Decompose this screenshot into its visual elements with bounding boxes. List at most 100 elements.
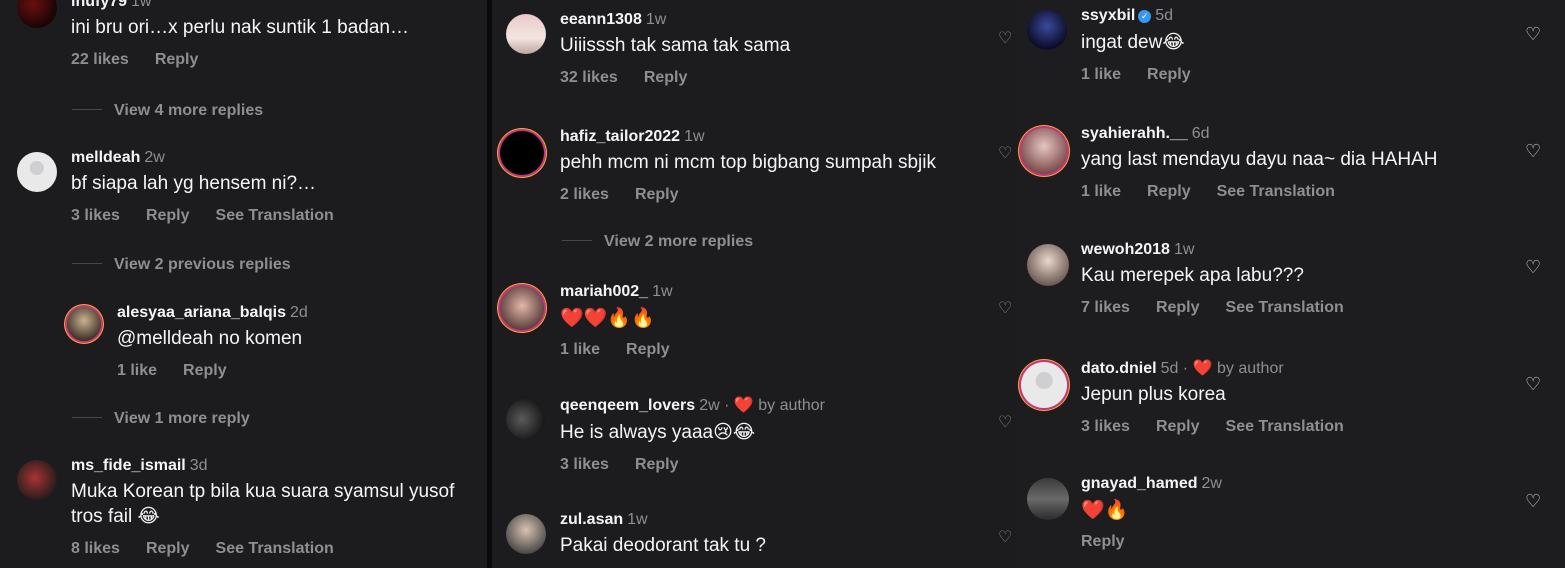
avatar[interactable] [67,307,101,341]
reply-button[interactable]: Reply [1156,299,1200,316]
by-author-label: by author [758,397,825,414]
likes-count[interactable]: 22 likes [71,51,129,68]
comments-panel-left: lhufy79 1w ini bru ori…x perlu nak suntik… [0,0,487,568]
reply-button[interactable]: Reply [146,540,190,557]
comment-text: Muka Korean tp bila kua suara syamsul yu… [71,481,455,527]
heart-partial-icon[interactable]: ♡ [998,527,1012,547]
timestamp: 1w [627,511,648,528]
likes-count[interactable]: 1 like [560,341,600,358]
view-previous-replies[interactable]: View 2 previous replies [72,256,291,274]
comment-text: @melldeah no komen [117,328,303,349]
view-more-replies[interactable]: View 1 more reply [72,410,250,428]
comment-text: Kau merepek apa labu??? [1081,265,1304,286]
verified-badge-icon: ✓ [1138,10,1152,23]
username[interactable]: ms_fide_ismail [71,457,186,474]
reply-button[interactable]: Reply [146,207,190,224]
comment-text: He is always yaaa😢😂 [560,421,756,443]
username[interactable]: hafiz_tailor2022 [560,128,680,145]
author-heart-icon: ❤️ [733,395,754,414]
avatar[interactable] [1027,244,1069,286]
username[interactable]: zul.asan [560,511,623,528]
timestamp: 1w [1173,241,1195,258]
username[interactable]: wewoh2018 [1081,241,1170,258]
reply-button[interactable]: Reply [1156,418,1200,435]
reply-button[interactable]: Reply [183,362,227,379]
see-translation-button[interactable]: See Translation [216,540,334,557]
timestamp: 3d [189,457,208,474]
avatar[interactable] [17,152,57,192]
avatar[interactable] [1021,362,1067,408]
avatar[interactable] [500,286,544,330]
username[interactable]: qeenqeem_lovers [560,397,695,414]
username[interactable]: syahierahh.__ [1081,125,1188,142]
avatar[interactable] [17,460,57,500]
see-translation-button[interactable]: See Translation [1226,299,1344,316]
username[interactable]: lhufy79 [71,0,127,10]
laugh-emoji: 😂 [137,505,160,527]
reply-button[interactable]: Reply [644,69,688,86]
username[interactable]: alesyaa_ariana_balqis [117,304,286,321]
comment-text: ❤️🔥 [1081,499,1129,521]
reply-button[interactable]: Reply [626,341,670,358]
comment-text: ingat dew😂 [1081,31,1185,53]
likes-count[interactable]: 3 likes [71,207,120,224]
likes-count[interactable]: 1 like [117,362,157,379]
heart-partial-icon[interactable]: ♡ [998,298,1012,318]
likes-count[interactable]: 8 likes [71,540,120,557]
avatar[interactable] [1027,10,1067,50]
see-translation-button[interactable]: See Translation [216,207,334,224]
heart-outline-icon[interactable]: ♡ [1525,142,1543,160]
divider [562,240,592,241]
laugh-emoji: 😂 [1162,31,1185,53]
avatar[interactable] [17,0,57,28]
comments-panel-right: ssyxbil ✓ 5d ingat dew😂 1 like Reply ♡ syah… [1015,0,1565,568]
likes-count[interactable]: 1 like [1081,66,1121,83]
username[interactable]: gnayad_hamed [1081,475,1197,492]
reply-button[interactable]: Reply [635,186,679,203]
username[interactable]: mariah002_ [560,283,648,300]
comment-text: yang last mendayu dayu naa~ dia HAHAH [1081,149,1438,170]
reply-button[interactable]: Reply [155,51,199,68]
heart-outline-icon[interactable]: ♡ [1525,375,1543,393]
see-translation-button[interactable]: See Translation [1226,418,1344,435]
heart-outline-icon[interactable]: ♡ [1525,492,1543,510]
timestamp: 1w [131,0,152,10]
heart-partial-icon[interactable]: ♡ [998,143,1012,163]
timestamp: 2d [290,304,308,321]
username[interactable]: ssyxbil [1081,7,1135,24]
comment-text: Uiiisssh tak sama tak sama [560,35,791,56]
username[interactable]: dato.dniel [1081,360,1157,377]
heart-partial-icon[interactable]: ♡ [998,28,1012,48]
heart-partial-icon[interactable]: ♡ [998,412,1012,432]
view-more-replies[interactable]: View 4 more replies [72,102,263,120]
avatar[interactable] [506,399,546,439]
avatar[interactable] [1027,478,1069,520]
author-heart-icon: ❤️ [1192,358,1213,377]
avatar[interactable] [500,131,544,175]
likes-count[interactable]: 32 likes [560,69,618,86]
view-more-replies[interactable]: View 2 more replies [562,233,753,251]
likes-count[interactable]: 3 likes [560,456,609,473]
see-translation-button[interactable]: See Translation [1217,183,1335,200]
timestamp: 1w [684,128,705,145]
reply-button[interactable]: Reply [635,456,679,473]
comments-panel-middle: eeann1308 1w Uiiisssh tak sama tak sama 3… [492,0,1015,568]
reply-button[interactable]: Reply [1147,66,1191,83]
divider [72,263,102,264]
view-more-label: View 1 more reply [114,410,250,427]
likes-count[interactable]: 1 like [1081,183,1121,200]
timestamp: 2w · [699,397,730,414]
heart-outline-icon[interactable]: ♡ [1525,258,1543,276]
username[interactable]: melldeah [71,149,140,166]
likes-count[interactable]: 3 likes [1081,418,1130,435]
avatar[interactable] [506,514,546,554]
avatar[interactable] [1021,128,1067,174]
reply-button[interactable]: Reply [1081,533,1125,550]
likes-count[interactable]: 2 likes [560,186,609,203]
heart-outline-icon[interactable]: ♡ [1525,25,1543,43]
timestamp: 1w [652,283,673,300]
username[interactable]: eeann1308 [560,11,642,28]
avatar[interactable] [506,14,546,54]
reply-button[interactable]: Reply [1147,183,1191,200]
likes-count[interactable]: 7 likes [1081,299,1130,316]
